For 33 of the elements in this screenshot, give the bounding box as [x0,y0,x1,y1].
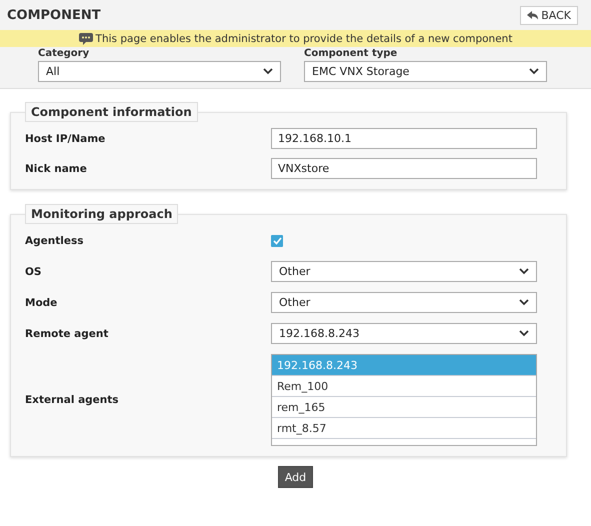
text-field[interactable]: VNXstore [271,158,537,179]
list-option[interactable]: rmt_8.57 [272,418,536,439]
dropdown[interactable]: All [38,61,281,82]
list-option[interactable]: Rem_100 [272,376,536,397]
list-box[interactable]: 192.168.8.243 Rem_100 rem_165 rmt_8.57 [271,354,537,446]
dropdown[interactable]: 192.168.8.243 [271,323,537,344]
chevron-down-icon [263,68,273,75]
field-label: Remote agent [25,328,110,340]
field-label: External agents [25,394,120,406]
field-label: Category [38,48,90,60]
add-button[interactable]: Add [278,466,314,488]
field-label: OS [25,266,42,278]
section-title: Component information [25,102,198,122]
chevron-down-icon [519,330,529,337]
checkbox[interactable] [271,234,283,246]
back-button[interactable]: BACK [520,6,578,24]
field-label: Host IP/Name [25,132,106,144]
info-message: This page enables the administrator to provide the details of a new component [96,32,512,44]
field-label: Mode [25,296,58,308]
dropdown[interactable]: Other [271,261,537,282]
text-field[interactable]: 192.168.10.1 [271,128,537,149]
list-option[interactable]: rem_165 [272,397,536,418]
chevron-down-icon [529,68,539,75]
field-label: Agentless [25,234,84,246]
page-title: COMPONENT [7,8,101,22]
chevron-down-icon [519,268,529,275]
section-title: Monitoring approach [25,204,178,224]
dropdown[interactable]: Other [271,292,537,313]
field-label: Component type [304,48,398,60]
dropdown[interactable]: EMC VNX Storage [304,61,547,82]
chevron-down-icon [519,299,529,306]
back-arrow-icon [527,10,538,20]
field-label: Nick name [25,162,88,174]
